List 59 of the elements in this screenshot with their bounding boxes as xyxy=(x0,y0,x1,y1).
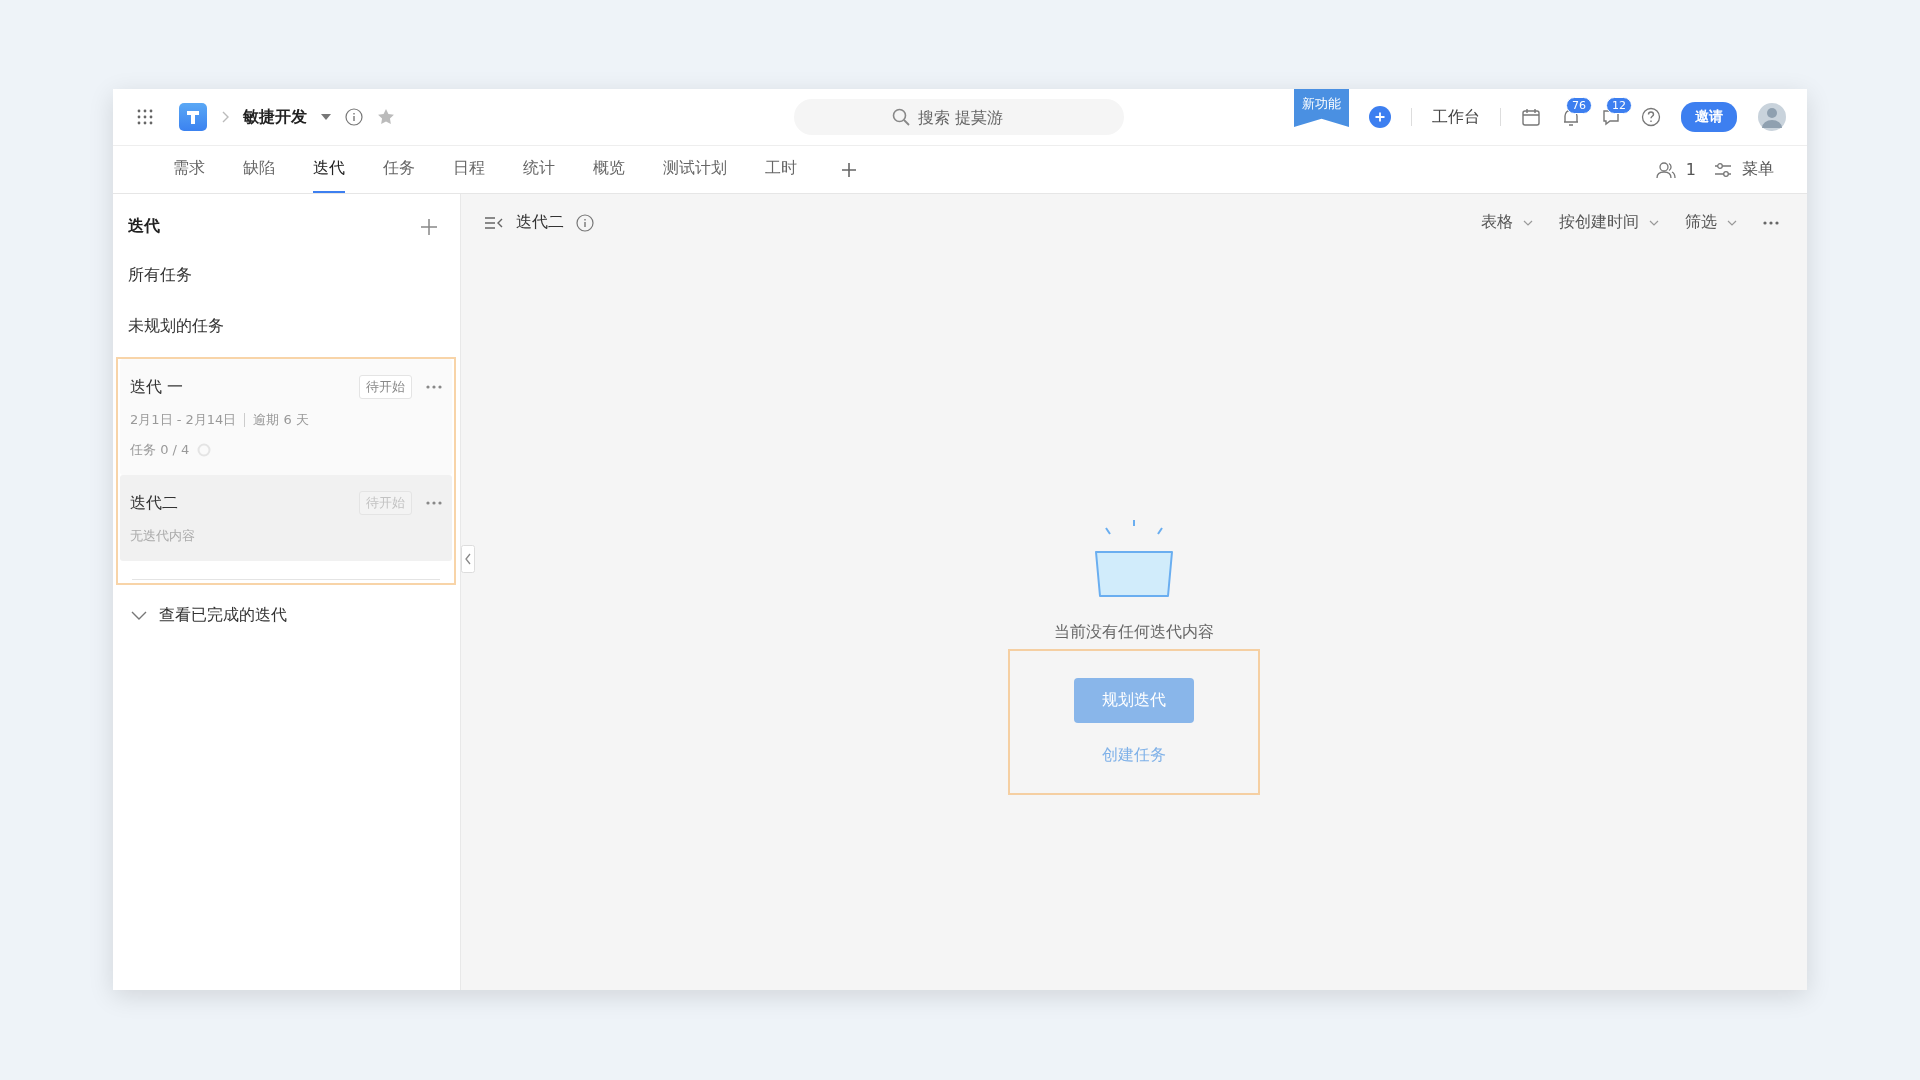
calendar-icon[interactable] xyxy=(1521,107,1541,127)
sidebar-item[interactable]: 所有任务 xyxy=(113,251,207,302)
nav-tab[interactable]: 迭代 xyxy=(313,146,345,193)
more-icon[interactable] xyxy=(1763,220,1779,225)
project-name[interactable]: 敏捷开发 xyxy=(243,106,307,128)
sliders-icon[interactable] xyxy=(1714,161,1732,178)
nav-tab[interactable]: 缺陷 xyxy=(243,146,275,193)
chevron-down-icon xyxy=(1523,219,1533,226)
members-icon[interactable] xyxy=(1655,160,1676,179)
iteration-card[interactable]: 迭代 一 待开始 2月1日 - 2月14日 逾期 6 天 任务 0 / 4 xyxy=(120,359,452,475)
empty-message: 当前没有任何迭代内容 xyxy=(1054,622,1214,643)
notification-count: 76 xyxy=(1566,97,1592,114)
completed-iterations-toggle[interactable]: 查看已完成的迭代 xyxy=(113,585,460,646)
add-icon[interactable] xyxy=(1369,106,1391,128)
nav-tab[interactable]: 日程 xyxy=(453,146,485,193)
nav-tab[interactable]: 概览 xyxy=(593,146,625,193)
sidebar-item[interactable]: 未规划的任务 xyxy=(113,302,239,353)
sidebar-title: 迭代 xyxy=(128,216,160,237)
dropdown-control[interactable]: 筛选 xyxy=(1685,212,1737,233)
apps-grid-icon[interactable] xyxy=(137,109,153,125)
search-icon xyxy=(892,108,910,126)
iteration-name: 迭代 一 xyxy=(130,376,184,398)
task-progress: 任务 0 / 4 xyxy=(130,441,190,459)
iteration-title: 迭代二 xyxy=(516,212,564,233)
iteration-dates: 2月1日 - 2月14日 xyxy=(130,411,237,429)
nav-tab[interactable]: 需求 xyxy=(173,146,205,193)
help-icon[interactable] xyxy=(1641,107,1661,127)
nav-tab[interactable]: 统计 xyxy=(523,146,555,193)
chevron-right-icon xyxy=(221,111,229,123)
overdue-text: 逾期 6 天 xyxy=(253,411,309,429)
collapse-list-icon[interactable] xyxy=(484,215,504,230)
nav-tab[interactable]: 任务 xyxy=(383,146,415,193)
workbench-link[interactable]: 工作台 xyxy=(1432,106,1480,128)
nav-tab[interactable]: 测试计划 xyxy=(663,146,727,193)
iteration-note: 无迭代内容 xyxy=(130,527,196,545)
chevron-down-icon xyxy=(131,610,147,621)
status-tag: 待开始 xyxy=(359,375,412,399)
search-field[interactable]: 搜索 提莫游 xyxy=(794,99,1124,135)
member-count: 1 xyxy=(1685,160,1696,179)
dropdown-control[interactable]: 表格 xyxy=(1481,212,1533,233)
add-tab-icon[interactable] xyxy=(841,161,857,178)
app-logo[interactable] xyxy=(179,103,207,131)
more-icon[interactable] xyxy=(426,385,442,389)
nav-tab[interactable]: 工时 xyxy=(765,146,797,193)
info-icon[interactable] xyxy=(576,213,594,232)
info-icon[interactable] xyxy=(345,108,363,126)
message-count: 12 xyxy=(1606,97,1632,114)
menu-link[interactable]: 菜单 xyxy=(1742,159,1774,180)
collapse-handle[interactable] xyxy=(461,545,475,573)
add-icon[interactable] xyxy=(420,217,438,236)
invite-button[interactable]: 邀请 xyxy=(1681,102,1737,132)
avatar[interactable] xyxy=(1757,102,1787,132)
chevron-down-icon xyxy=(1649,219,1659,226)
dropdown-control[interactable]: 按创建时间 xyxy=(1559,212,1659,233)
iteration-name: 迭代二 xyxy=(130,492,178,514)
chevron-down-icon xyxy=(1727,219,1737,226)
star-icon[interactable] xyxy=(377,108,395,126)
more-icon[interactable] xyxy=(426,501,442,505)
caret-down-icon[interactable] xyxy=(321,114,331,120)
